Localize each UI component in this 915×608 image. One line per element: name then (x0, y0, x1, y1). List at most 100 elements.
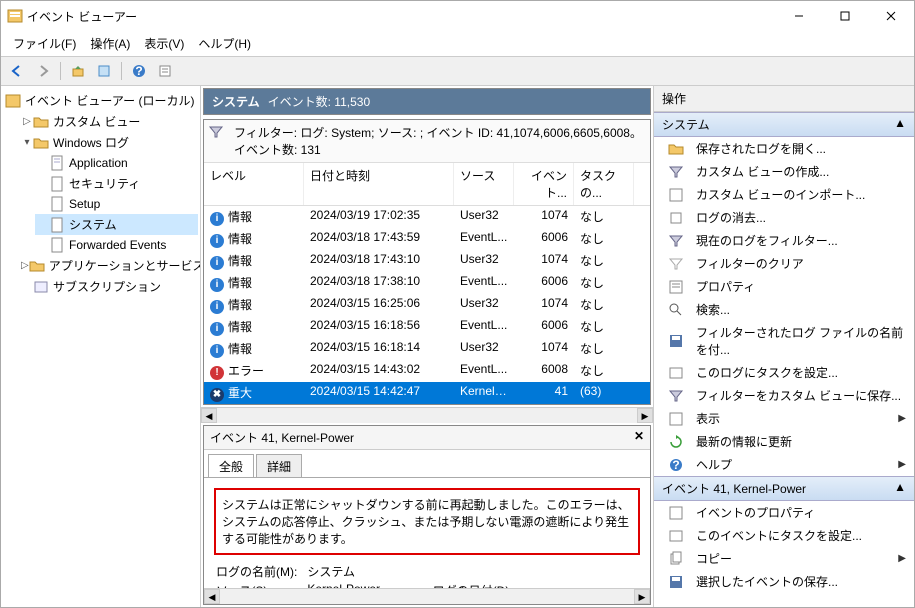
action-item[interactable]: フィルターをカスタム ビューに保存... (654, 384, 914, 407)
log-name-label: ログの名前(M): (216, 563, 297, 580)
th-source[interactable]: ソース (454, 163, 514, 205)
action-label: フィルターをカスタム ビューに保存... (696, 387, 901, 404)
info-icon: i (210, 212, 224, 226)
tree-system[interactable]: システム (35, 214, 198, 235)
action-item[interactable]: フィルターのクリア (654, 252, 914, 275)
open-icon (668, 141, 684, 157)
action-item[interactable]: カスタム ビューのインポート... (654, 183, 914, 206)
table-row[interactable]: ✖重大2024/03/15 14:42:47Kernel-...41(63) (204, 382, 650, 404)
action-item[interactable]: 検索... (654, 298, 914, 321)
tree-subscriptions[interactable]: サブスクリプション (19, 276, 198, 297)
action-label: フィルターのクリア (696, 255, 804, 272)
scroll-right-icon[interactable]: ▶ (637, 408, 653, 423)
action-item[interactable]: このイベントにタスクを設定... (654, 524, 914, 547)
action-item[interactable]: イベントのプロパティ (654, 501, 914, 524)
action-item[interactable]: カスタム ビューの作成... (654, 160, 914, 183)
table-row[interactable]: i情報2024/03/19 17:02:35User321074なし (204, 206, 650, 228)
tree-custom-views[interactable]: ▷ カスタム ビュー (19, 111, 198, 132)
actions-section-event[interactable]: イベント 41, Kernel-Power ▲ (654, 476, 914, 501)
detail-hscrollbar[interactable]: ◀ ▶ (204, 588, 650, 604)
table-row[interactable]: i情報2024/03/06 14:37:16EventL...6006なし (204, 404, 650, 405)
detail-header: イベント 41, Kernel-Power ✕ (204, 426, 650, 450)
table-row[interactable]: i情報2024/03/18 17:43:59EventL...6006なし (204, 228, 650, 250)
close-button[interactable] (868, 1, 914, 31)
help-button[interactable]: ? (128, 60, 150, 82)
action-item[interactable]: 最新の情報に更新 (654, 430, 914, 453)
action-item[interactable]: 選択したイベントの保存... (654, 570, 914, 593)
tree-system-label: システム (69, 216, 117, 233)
scroll-left-icon[interactable]: ◀ (204, 589, 220, 604)
table-row[interactable]: i情報2024/03/15 16:25:06User321074なし (204, 294, 650, 316)
tree-forwarded[interactable]: Forwarded Events (35, 235, 198, 255)
tree-application[interactable]: Application (35, 153, 198, 173)
info-icon: i (210, 344, 224, 358)
info-icon: i (210, 278, 224, 292)
tree-custom-label: カスタム ビュー (53, 113, 140, 130)
th-level[interactable]: レベル (204, 163, 304, 205)
action-item[interactable]: 保存されたログを開く... (654, 137, 914, 160)
up-button[interactable] (67, 60, 89, 82)
expand-icon[interactable]: ▷ (21, 116, 33, 127)
minimize-button[interactable] (776, 1, 822, 31)
tab-content: システムは正常にシャットダウンする前に再起動しました。このエラーは、システムの応… (204, 477, 650, 588)
th-date[interactable]: 日付と時刻 (304, 163, 454, 205)
section-label: イベント 41, Kernel-Power (662, 480, 894, 497)
action-item[interactable]: このログにタスクを設定... (654, 361, 914, 384)
back-button[interactable] (6, 60, 28, 82)
tab-general[interactable]: 全般 (208, 454, 254, 478)
tree-root[interactable]: イベント ビューアー (ローカル) (3, 90, 198, 111)
action-label: カスタム ビューの作成... (696, 163, 829, 180)
table-row[interactable]: !エラー2024/03/15 14:43:02EventL...6008なし (204, 360, 650, 382)
collapse-icon[interactable]: ▲ (894, 480, 906, 497)
menu-help[interactable]: ヘルプ(H) (192, 33, 257, 54)
critical-icon: ✖ (210, 388, 224, 402)
scroll-right-icon[interactable]: ▶ (634, 589, 650, 604)
forward-button[interactable] (32, 60, 54, 82)
action-label: 最新の情報に更新 (696, 433, 792, 450)
action-item[interactable]: 表示▶ (654, 407, 914, 430)
action-label: このイベントにタスクを設定... (696, 527, 862, 544)
detail-close-icon[interactable]: ✕ (634, 429, 644, 446)
th-task[interactable]: タスクの... (574, 163, 634, 205)
collapse-icon[interactable]: ▲ (894, 116, 906, 133)
properties-button[interactable] (154, 60, 176, 82)
action-label: 検索... (696, 301, 730, 318)
action-item[interactable]: フィルターされたログ ファイルの名前を付... (654, 321, 914, 361)
tree-setup-label: Setup (69, 197, 100, 211)
table-row[interactable]: i情報2024/03/15 16:18:14User321074なし (204, 338, 650, 360)
window-title: イベント ビューアー (27, 8, 776, 25)
app-window: イベント ビューアー ファイル(F) 操作(A) 表示(V) ヘルプ(H) ? … (0, 0, 915, 608)
action-item[interactable]: 現在のログをフィルター... (654, 229, 914, 252)
menu-view[interactable]: 表示(V) (138, 33, 190, 54)
th-id[interactable]: イベント... (514, 163, 574, 205)
import-icon (668, 187, 684, 203)
table-row[interactable]: i情報2024/03/15 16:18:56EventL...6006なし (204, 316, 650, 338)
menu-file[interactable]: ファイル(F) (7, 33, 82, 54)
collapse-icon[interactable]: ▾ (21, 137, 33, 148)
action-item[interactable]: ?ヘルプ▶ (654, 453, 914, 476)
table-row[interactable]: i情報2024/03/18 17:43:10User321074なし (204, 250, 650, 272)
hscrollbar[interactable]: ◀ ▶ (201, 407, 653, 423)
expand-icon[interactable]: ▷ (21, 260, 29, 271)
action-item[interactable]: ログの消去... (654, 206, 914, 229)
table-row[interactable]: i情報2024/03/18 17:38:10EventL...6006なし (204, 272, 650, 294)
refresh-button[interactable] (93, 60, 115, 82)
action-label: コピー (696, 550, 732, 567)
scroll-left-icon[interactable]: ◀ (201, 408, 217, 423)
menu-action[interactable]: 操作(A) (84, 33, 136, 54)
app-icon (7, 8, 23, 24)
maximize-button[interactable] (822, 1, 868, 31)
actions-section-system[interactable]: システム ▲ (654, 112, 914, 137)
tree-security[interactable]: セキュリティ (35, 173, 198, 194)
tab-detail[interactable]: 詳細 (256, 454, 302, 478)
action-item[interactable]: コピー▶ (654, 547, 914, 570)
action-item[interactable]: プロパティ (654, 275, 914, 298)
funnel-icon (668, 233, 684, 249)
tree-windows-logs[interactable]: ▾ Windows ログ (19, 132, 198, 153)
info-icon: i (210, 300, 224, 314)
tree-winlogs-label: Windows ログ (53, 134, 129, 151)
tree-services[interactable]: ▷ アプリケーションとサービス ログ (19, 255, 198, 276)
filter-bar: フィルター: ログ: System; ソース: ; イベント ID: 41,10… (204, 120, 650, 163)
info-icon: i (210, 322, 224, 336)
tree-setup[interactable]: Setup (35, 194, 198, 214)
